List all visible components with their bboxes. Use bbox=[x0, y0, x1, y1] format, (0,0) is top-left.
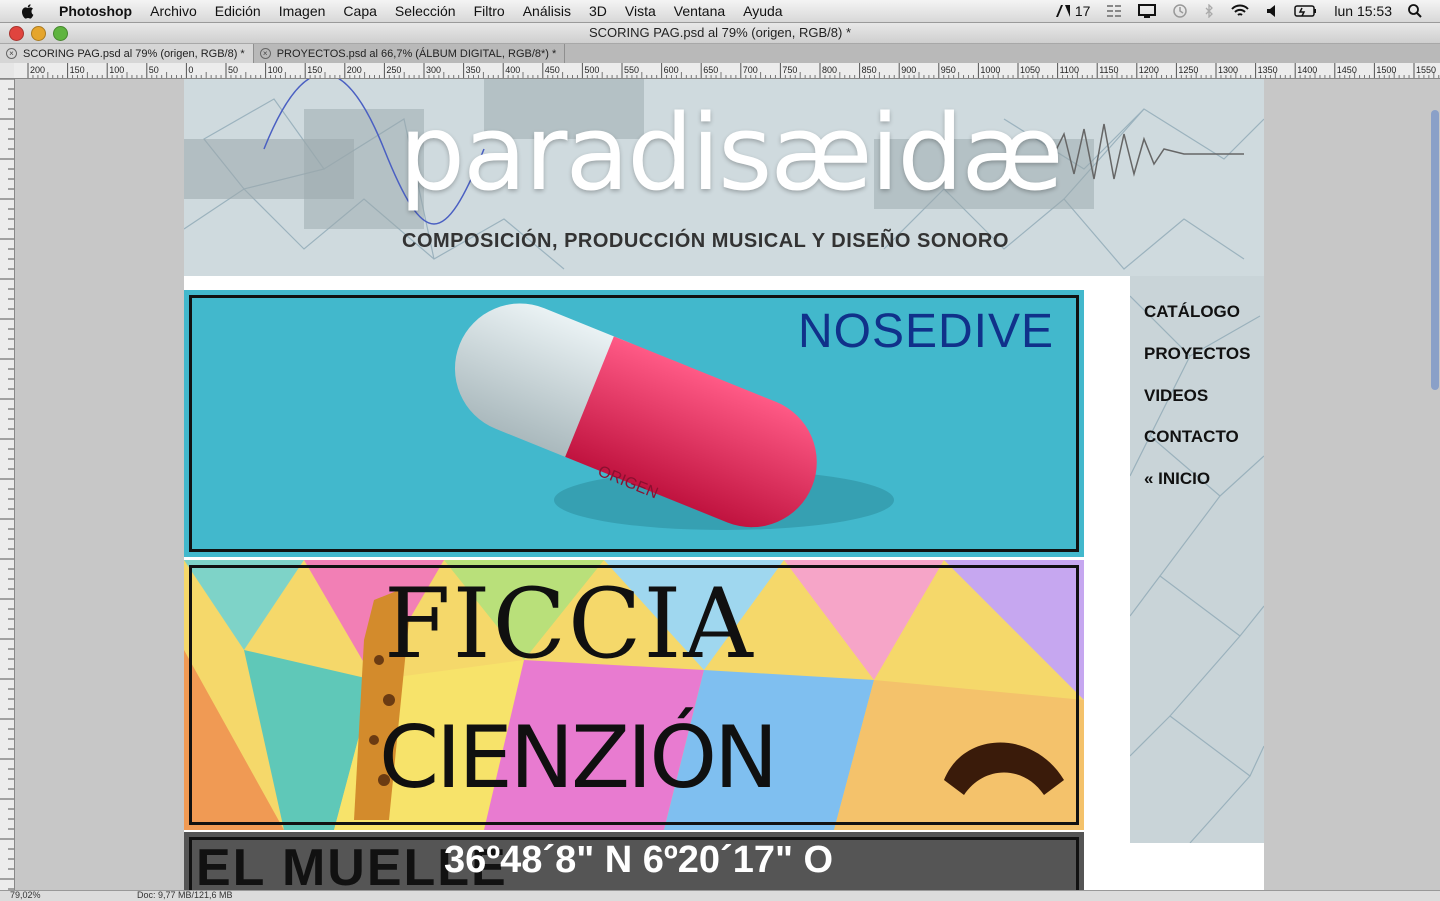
document-page[interactable]: paradisæidæ COMPOSICIÓN, PRODUCCIÓN MUSI… bbox=[184, 79, 1264, 890]
ruler-label: 1450 bbox=[1337, 65, 1357, 75]
banner-el-muelle[interactable]: EL MUELLE 36º48´8" N 6º20´17" O bbox=[184, 832, 1084, 890]
ruler-label: 700 bbox=[743, 65, 758, 75]
site-logo: paradisæidæ bbox=[399, 92, 1063, 214]
ruler-label: 200 bbox=[30, 65, 45, 75]
ruler-label: 650 bbox=[703, 65, 718, 75]
ruler-label: 1550 bbox=[1416, 65, 1436, 75]
ruler-label: 1350 bbox=[1258, 65, 1278, 75]
horizontal-ruler[interactable]: 200 150 100 50 0 50 100 150 200 250 300 350 400 450 50… bbox=[14, 63, 1440, 79]
tab-close-icon[interactable]: × bbox=[6, 48, 17, 59]
doc-size[interactable]: Doc: 9,77 MB/121,6 MB bbox=[137, 890, 233, 900]
nav-catalogo[interactable]: CATÁLOGO bbox=[1144, 302, 1240, 322]
ruler-origin[interactable] bbox=[0, 63, 15, 79]
menu-ventana[interactable]: Ventana bbox=[665, 0, 734, 22]
ruler-label: 950 bbox=[941, 65, 956, 75]
ruler-label: 1100 bbox=[1060, 65, 1079, 75]
banner-title-cienzion: CIENZIÓN bbox=[379, 708, 778, 808]
ruler-label: 100 bbox=[109, 65, 124, 75]
ruler-label: 450 bbox=[545, 65, 560, 75]
menu-archivo[interactable]: Archivo bbox=[141, 0, 206, 22]
menu-seleccion[interactable]: Selección bbox=[386, 0, 465, 22]
menu-edicion[interactable]: Edición bbox=[206, 0, 270, 22]
ruler-label: 150 bbox=[307, 65, 322, 75]
ruler-label: 750 bbox=[782, 65, 797, 75]
status-bar: 79,02% Doc: 9,77 MB/121,6 MB bbox=[0, 890, 1440, 901]
wifi-icon[interactable] bbox=[1230, 4, 1250, 18]
banner-ficcia-cienzion[interactable]: FICCIA CIENZIÓN bbox=[184, 560, 1084, 830]
ruler-label: 850 bbox=[862, 65, 877, 75]
ruler-label: 1200 bbox=[1139, 65, 1159, 75]
site-header: paradisæidæ COMPOSICIÓN, PRODUCCIÓN MUSI… bbox=[184, 79, 1264, 276]
ruler-label: 100 bbox=[268, 65, 283, 75]
ruler-label: 600 bbox=[664, 65, 679, 75]
tab-proyectos[interactable]: × PROYECTOS.psd al 66,7% (ÁLBUM DIGITAL,… bbox=[254, 44, 566, 63]
tab-scoring-pag[interactable]: × SCORING PAG.psd al 79% (origen, RGB/8)… bbox=[0, 44, 254, 63]
clock[interactable]: lun 15:53 bbox=[1334, 3, 1392, 19]
ruler-label: 1000 bbox=[980, 65, 1000, 75]
menu-capa[interactable]: Capa bbox=[334, 0, 385, 22]
menu-vista[interactable]: Vista bbox=[616, 0, 665, 22]
ruler-label: 350 bbox=[466, 65, 481, 75]
nav-contacto[interactable]: CONTACTO bbox=[1144, 427, 1239, 447]
document-tabs: × SCORING PAG.psd al 79% (origen, RGB/8)… bbox=[0, 44, 1440, 64]
scrollbar-thumb[interactable] bbox=[1431, 110, 1439, 390]
zoom-level[interactable]: 79,02% bbox=[10, 890, 41, 900]
banner-nosedive[interactable]: ORIGEN NOSEDIVE bbox=[184, 290, 1084, 557]
ruler-label: 400 bbox=[505, 65, 520, 75]
nav-proyectos[interactable]: PROYECTOS bbox=[1144, 344, 1250, 364]
site-tagline: COMPOSICIÓN, PRODUCCIÓN MUSICAL Y DISEÑO… bbox=[402, 230, 1009, 252]
bluetooth-icon[interactable] bbox=[1204, 4, 1214, 18]
ruler-label: 1500 bbox=[1376, 65, 1396, 75]
ruler-label: 1050 bbox=[1020, 65, 1040, 75]
menu-filtro[interactable]: Filtro bbox=[465, 0, 514, 22]
ruler-label: 300 bbox=[426, 65, 441, 75]
status-menus: 17 lun 15:53 bbox=[1047, 0, 1440, 22]
tab-label: SCORING PAG.psd al 79% (origen, RGB/8) * bbox=[23, 47, 245, 60]
menu-analisis[interactable]: Análisis bbox=[514, 0, 580, 22]
ruler-label: 0 bbox=[188, 65, 193, 75]
ruler-label: 800 bbox=[822, 65, 837, 75]
ruler-label: 1400 bbox=[1297, 65, 1317, 75]
display-icon[interactable] bbox=[1138, 4, 1157, 18]
window-title: SCORING PAG.psd al 79% (origen, RGB/8) * bbox=[588, 25, 852, 40]
ruler-label: 500 bbox=[584, 65, 599, 75]
banner-title-nosedive: NOSEDIVE bbox=[797, 305, 1054, 358]
banner-coordinates: 36º48´8" N 6º20´17" O bbox=[444, 839, 834, 881]
tab-close-icon[interactable]: × bbox=[259, 48, 271, 59]
ruler-label: 1300 bbox=[1218, 65, 1238, 75]
grid-icon[interactable] bbox=[1106, 4, 1122, 18]
ruler-label: 200 bbox=[347, 65, 362, 75]
banner-title-ficcia: FICCIA bbox=[384, 568, 755, 680]
volume-icon[interactable] bbox=[1266, 4, 1278, 18]
menu-imagen[interactable]: Imagen bbox=[270, 0, 335, 22]
adobe-count: 17 bbox=[1074, 3, 1091, 19]
spotlight-search-icon[interactable] bbox=[1408, 4, 1422, 18]
vertical-ruler[interactable] bbox=[0, 79, 15, 890]
window-title-bar: SCORING PAG.psd al 79% (origen, RGB/8) * bbox=[0, 23, 1440, 44]
ruler-label: 50 bbox=[149, 65, 159, 75]
ruler-label: 1250 bbox=[1178, 65, 1198, 75]
menu-3d[interactable]: 3D bbox=[580, 0, 616, 22]
battery-icon[interactable] bbox=[1294, 4, 1318, 18]
ruler-label: 900 bbox=[901, 65, 916, 75]
ruler-label: 1150 bbox=[1099, 65, 1118, 75]
menu-bar: Photoshop Archivo Edición Imagen Capa Se… bbox=[0, 0, 1440, 23]
ruler-label: 250 bbox=[386, 65, 401, 75]
nav-inicio[interactable]: « INICIO bbox=[1144, 469, 1210, 489]
ruler-label: 50 bbox=[228, 65, 238, 75]
tab-label: PROYECTOS.psd al 66,7% (ÁLBUM DIGITAL, R… bbox=[276, 47, 557, 60]
nav-videos[interactable]: VIDEOS bbox=[1144, 386, 1208, 406]
apple-icon[interactable] bbox=[20, 2, 36, 20]
ruler-label: 550 bbox=[624, 65, 639, 75]
menu-app-photoshop[interactable]: Photoshop bbox=[50, 0, 141, 22]
menu-ayuda[interactable]: Ayuda bbox=[734, 0, 791, 22]
adobe-icon[interactable]: 17 bbox=[1055, 3, 1091, 19]
time-machine-icon[interactable] bbox=[1172, 3, 1188, 19]
ruler-label: 150 bbox=[70, 65, 85, 75]
side-nav: CATÁLOGO PROYECTOS VIDEOS CONTACTO « INI… bbox=[1130, 276, 1264, 843]
